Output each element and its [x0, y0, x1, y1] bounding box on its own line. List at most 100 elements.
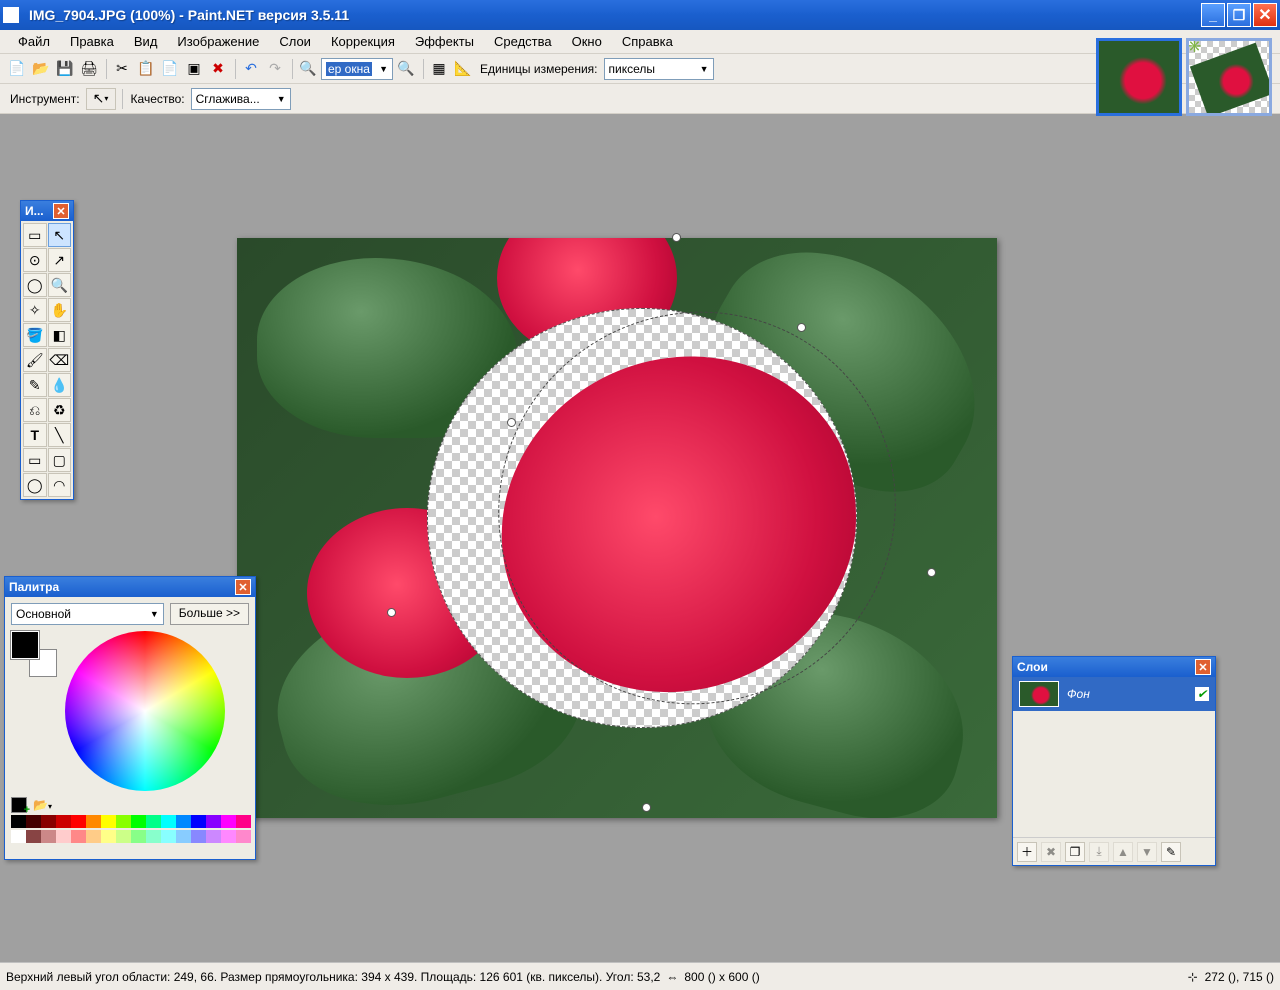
save-icon[interactable]: 💾 [54, 58, 76, 80]
color-mode-select[interactable]: Основной▼ [11, 603, 164, 625]
close-icon[interactable]: ✕ [1195, 659, 1211, 675]
menu-view[interactable]: Вид [124, 32, 168, 51]
zoom-select[interactable]: ер окна▼ [321, 58, 393, 80]
duplicate-layer-icon[interactable]: ❐ [1065, 842, 1085, 862]
eraser-tool[interactable]: ⌫ [48, 348, 72, 372]
grid-icon[interactable]: ▦ [428, 58, 450, 80]
undo-icon[interactable]: ↶ [240, 58, 262, 80]
layer-item-background[interactable]: Фон ✔ [1013, 677, 1215, 711]
menu-help[interactable]: Справка [612, 32, 683, 51]
close-button[interactable]: ✕ [1253, 3, 1277, 27]
swatch[interactable] [176, 830, 191, 843]
swatch[interactable] [41, 830, 56, 843]
add-layer-icon[interactable]: ＋ [1017, 842, 1037, 862]
swatch[interactable] [71, 830, 86, 843]
canvas[interactable] [237, 238, 997, 818]
swatch[interactable] [206, 830, 221, 843]
swatch[interactable] [146, 830, 161, 843]
palette-title[interactable]: Палитра✕ [5, 577, 255, 597]
more-button[interactable]: Больше >> [170, 603, 249, 625]
swatch[interactable] [26, 830, 41, 843]
menu-edit[interactable]: Правка [60, 32, 124, 51]
swatch[interactable] [101, 830, 116, 843]
zoom-in-icon[interactable]: 🔍 [395, 58, 417, 80]
layers-panel[interactable]: Слои✕ Фон ✔ ＋ ✖ ❐ ⤓ ▲ ▼ ✎ [1012, 656, 1216, 866]
swatch[interactable] [116, 815, 131, 828]
pan-tool[interactable]: ✋ [48, 298, 72, 322]
pencil-tool[interactable]: ✎ [23, 373, 47, 397]
line-tool[interactable]: ╲ [48, 423, 72, 447]
menu-file[interactable]: Файл [8, 32, 60, 51]
zoom-tool[interactable]: 🔍 [48, 273, 72, 297]
swatch[interactable] [221, 830, 236, 843]
swatch[interactable] [161, 815, 176, 828]
swatch[interactable] [131, 815, 146, 828]
tools-panel-title[interactable]: И...✕ [21, 201, 73, 221]
swatch[interactable] [236, 830, 251, 843]
swatch[interactable] [191, 815, 206, 828]
menu-image[interactable]: Изображение [167, 32, 269, 51]
fill-tool[interactable]: 🪣 [23, 323, 47, 347]
menu-window[interactable]: Окно [562, 32, 612, 51]
swatch[interactable] [11, 830, 26, 843]
clone-tool[interactable]: ⎌ [23, 398, 47, 422]
close-icon[interactable]: ✕ [235, 579, 251, 595]
new-icon[interactable]: 📄 [6, 58, 28, 80]
menu-tools[interactable]: Средства [484, 32, 562, 51]
move-tool[interactable]: ↗ [48, 248, 72, 272]
swatch[interactable] [116, 830, 131, 843]
quality-select[interactable]: Сглажива...▼ [191, 88, 291, 110]
handle[interactable] [387, 608, 396, 617]
swatch[interactable] [236, 815, 251, 828]
maximize-button[interactable]: ❐ [1227, 3, 1251, 27]
ellipse-tool[interactable]: ◯ [23, 473, 47, 497]
doc-thumb-2[interactable]: ✳️ [1186, 38, 1272, 116]
gradient-tool[interactable]: ◧ [48, 323, 72, 347]
paste-icon[interactable]: 📄 [159, 58, 181, 80]
rect-tool[interactable]: ▭ [23, 448, 47, 472]
ruler-icon[interactable]: 📐 [452, 58, 474, 80]
lasso-tool[interactable]: ⊙ [23, 248, 47, 272]
handle[interactable] [927, 568, 936, 577]
menu-layers[interactable]: Слои [269, 32, 321, 51]
swatch[interactable] [56, 830, 71, 843]
primary-color[interactable] [11, 631, 39, 659]
handle[interactable] [507, 418, 516, 427]
swatch[interactable] [221, 815, 236, 828]
swatch[interactable] [56, 815, 71, 828]
swatch[interactable] [11, 815, 26, 828]
layer-visibility-checkbox[interactable]: ✔ [1195, 687, 1209, 701]
recolor-tool[interactable]: ♻ [48, 398, 72, 422]
color-wheel[interactable] [65, 631, 225, 791]
move-selection-tool[interactable]: ↖ [48, 223, 72, 247]
manage-palette-icon[interactable]: 📂▾ [33, 798, 52, 812]
swatch-row-1[interactable] [11, 815, 251, 828]
swatch[interactable] [71, 815, 86, 828]
minimize-button[interactable]: _ [1201, 3, 1225, 27]
primary-secondary-swatch[interactable] [11, 631, 57, 677]
move-down-icon[interactable]: ▼ [1137, 842, 1157, 862]
swatch[interactable] [86, 815, 101, 828]
swatch[interactable] [131, 830, 146, 843]
doc-thumb-1[interactable]: ✳️ [1096, 38, 1182, 116]
move-up-icon[interactable]: ▲ [1113, 842, 1133, 862]
open-icon[interactable]: 📂 [30, 58, 52, 80]
picker-tool[interactable]: 💧 [48, 373, 72, 397]
swatch[interactable] [101, 815, 116, 828]
swatch[interactable] [86, 830, 101, 843]
swatch[interactable] [176, 815, 191, 828]
add-color-button[interactable] [11, 797, 27, 813]
close-icon[interactable]: ✕ [53, 203, 69, 219]
units-select[interactable]: пикселы▼ [604, 58, 714, 80]
merge-down-icon[interactable]: ⤓ [1089, 842, 1109, 862]
swatch[interactable] [206, 815, 221, 828]
crop-icon[interactable]: ▣ [183, 58, 205, 80]
handle[interactable] [672, 233, 681, 242]
swatch[interactable] [41, 815, 56, 828]
magic-wand-tool[interactable]: ✧ [23, 298, 47, 322]
print-icon[interactable]: 🖨 [78, 58, 100, 80]
zoom-out-icon[interactable]: 🔍 [297, 58, 319, 80]
layer-properties-icon[interactable]: ✎ [1161, 842, 1181, 862]
swatch[interactable] [146, 815, 161, 828]
menu-adjust[interactable]: Коррекция [321, 32, 405, 51]
